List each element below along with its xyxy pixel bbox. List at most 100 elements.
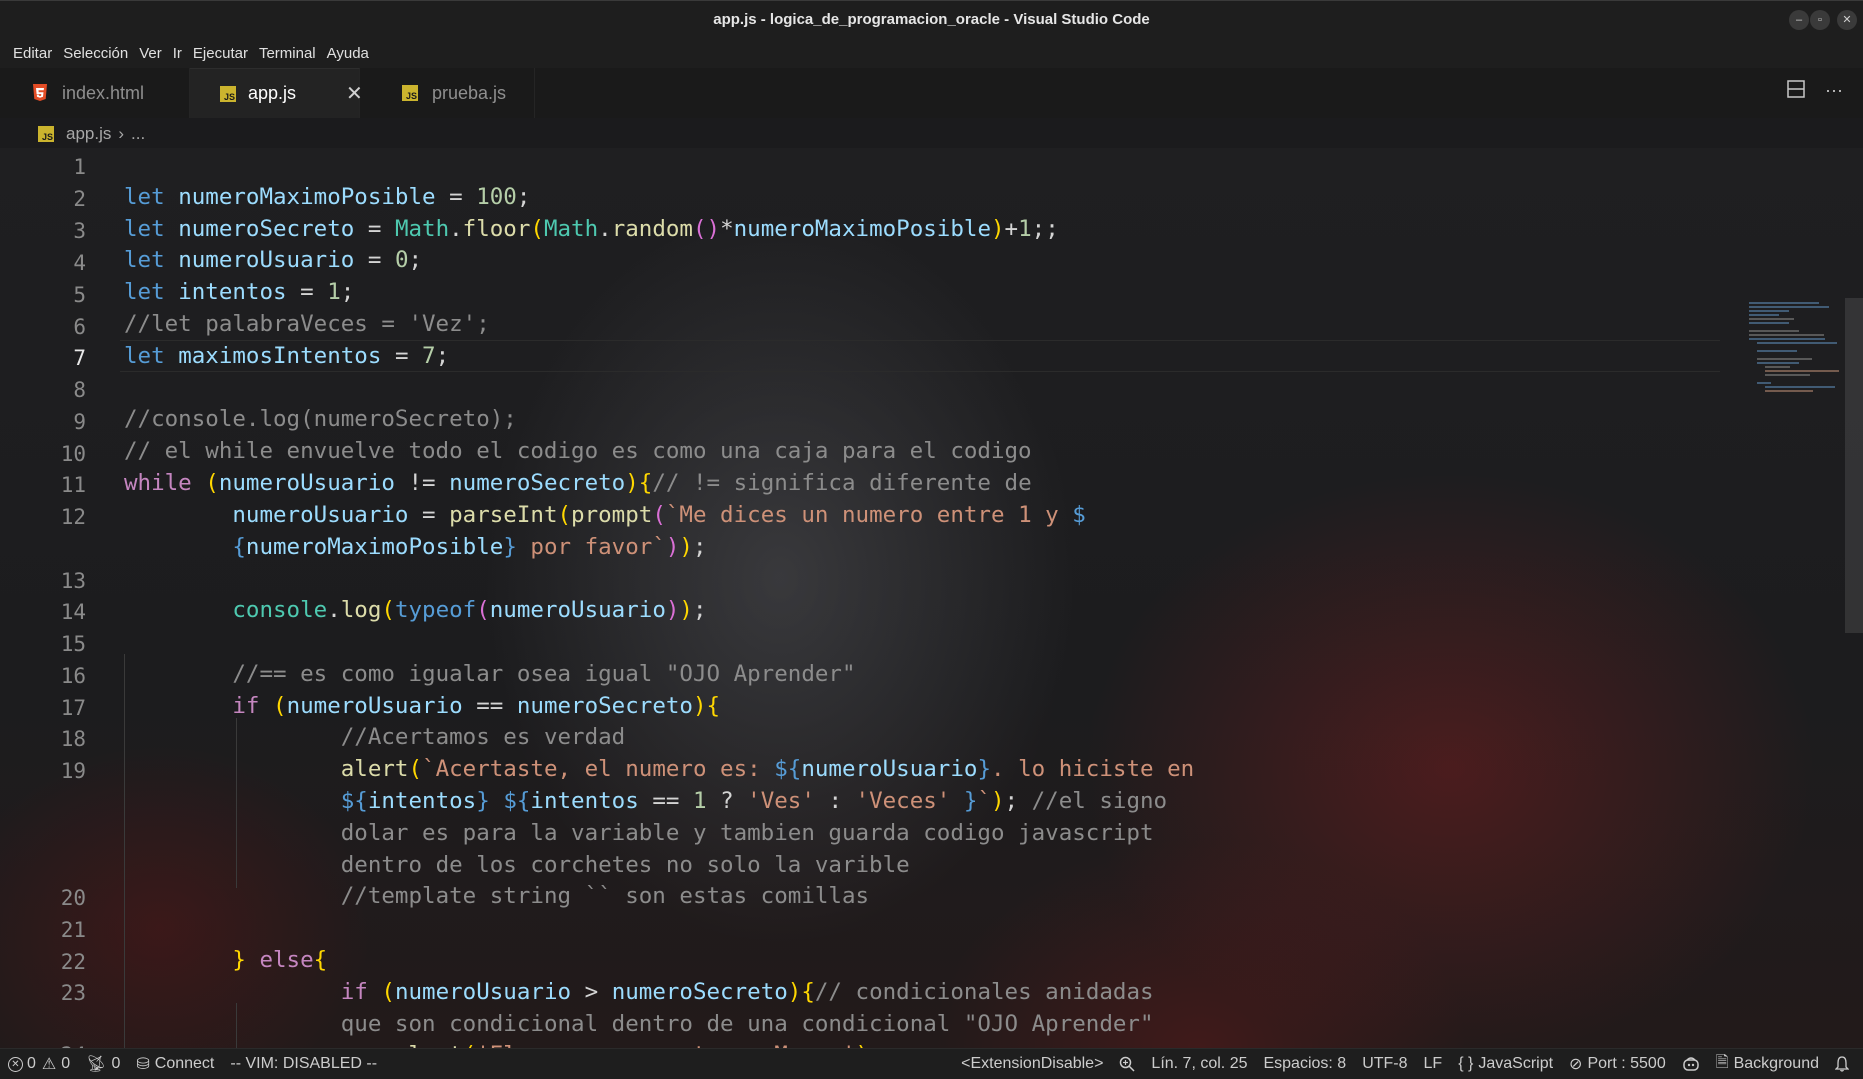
language-mode[interactable]: { } JavaScript [1458, 1055, 1553, 1073]
code-line[interactable]: let maximosIntentos = 7; [124, 340, 449, 372]
problems-indicator[interactable]: ✕ 0 ⚠ 0 [8, 1054, 70, 1074]
split-editor-icon[interactable] [1787, 80, 1805, 103]
menu-ir[interactable]: Ir [173, 45, 182, 62]
bell-icon[interactable] [1835, 1056, 1849, 1072]
code-line[interactable]: while (numeroUsuario != numeroSecreto){/… [124, 467, 1032, 499]
connect-item[interactable]: ⛁ Connect [136, 1054, 214, 1074]
code-line[interactable]: alert('El numero secreto es Menor'); [124, 1039, 883, 1048]
background-toggle[interactable]: 🗎 Background [1716, 1051, 1819, 1078]
menu-ejecutar[interactable]: Ejecutar [193, 45, 248, 62]
live-server-port[interactable]: ⊘ Port : 5500 [1569, 1054, 1666, 1074]
menu-ver[interactable]: Ver [139, 45, 162, 62]
more-actions-icon[interactable]: ··· [1825, 80, 1843, 103]
js-icon: JS [400, 83, 420, 103]
tab-label: app.js [248, 83, 297, 103]
code-line[interactable]: console.log(typeof(numeroUsuario)); [124, 594, 706, 626]
close-icon[interactable]: ✕ [1837, 10, 1857, 30]
copilot-icon[interactable] [1682, 1056, 1700, 1072]
breadcrumb-symbols[interactable]: ... [131, 124, 145, 144]
line-number: 2 [73, 187, 86, 211]
code-line[interactable]: alert(`Acertaste, el numero es: ${numero… [124, 753, 1208, 785]
code-line[interactable]: dolar es para la variable y tambien guar… [124, 817, 1167, 849]
tab-app-js[interactable]: JS app.js ✕ [190, 68, 363, 118]
editor-actions: ··· [1787, 80, 1843, 103]
line-number: 19 [60, 759, 86, 783]
line-number: 8 [73, 378, 86, 402]
braces-icon: { } [1458, 1055, 1474, 1072]
code-line[interactable]: numeroUsuario = parseInt(prompt(`Me dice… [124, 499, 1085, 531]
status-bar: ✕ 0 ⚠ 0 📡︎ 0 ⛁ Connect -- VIM: DISABLED … [0, 1048, 1863, 1079]
tab-label: prueba.js [432, 82, 507, 103]
line-number: 13 [60, 569, 86, 593]
code-line[interactable]: //Acertamos es verdad [124, 721, 625, 753]
vim-status[interactable]: -- VIM: DISABLED -- [230, 1055, 377, 1073]
code-line[interactable]: // el while envuelve todo el codigo es c… [124, 435, 1032, 467]
warning-icon: ⚠ [41, 1056, 57, 1073]
indentation[interactable]: Espacios: 8 [1263, 1055, 1346, 1073]
line-number: 18 [60, 727, 86, 751]
code-line[interactable]: {numeroMaximoPosible} por favor`)); [124, 531, 706, 563]
code-line[interactable]: //== es como igualar osea igual "OJO Apr… [124, 658, 855, 690]
line-number: 4 [73, 251, 86, 275]
code-line[interactable]: dentro de los corchetes no solo la varib… [124, 849, 910, 881]
line-number: 9 [73, 410, 86, 434]
line-number: 12 [60, 505, 86, 529]
code-line[interactable]: //let palabraVeces = 'Vez'; [124, 308, 490, 340]
restore-icon[interactable]: ▫ [1810, 10, 1830, 30]
end-of-line[interactable]: LF [1424, 1055, 1443, 1073]
extension-status[interactable]: <ExtensionDisable> [961, 1055, 1103, 1073]
code-line[interactable]: //console.log(numeroSecreto); [124, 403, 517, 435]
zoom-icon[interactable] [1119, 1056, 1135, 1072]
warning-count: 0 [61, 1055, 71, 1072]
vertical-scrollbar[interactable] [1845, 298, 1863, 633]
breadcrumb-file[interactable]: app.js [66, 124, 111, 144]
menu-bar: Editar Selección Ver Ir Ejecutar Termina… [0, 38, 1863, 68]
menu-ayuda[interactable]: Ayuda [327, 45, 369, 62]
tab-prueba-js[interactable]: JS prueba.js [360, 68, 535, 118]
line-number: 20 [60, 886, 86, 910]
cursor-position[interactable]: Lín. 7, col. 25 [1151, 1055, 1247, 1073]
line-number: 21 [60, 918, 86, 942]
code-line[interactable]: if (numeroUsuario > numeroSecreto){// co… [124, 976, 1167, 1008]
code-line[interactable]: let intentos = 1; [124, 276, 354, 308]
menu-seleccion[interactable]: Selección [63, 45, 128, 62]
code-editor[interactable]: 1 2 3 4 5 6 7 8 9 10 11 12 13 14 15 16 1… [0, 148, 1863, 1048]
code-line[interactable]: let numeroMaximoPosible = 100; [124, 181, 530, 213]
database-icon: ⛁ [136, 1056, 150, 1073]
encoding[interactable]: UTF-8 [1362, 1055, 1407, 1073]
error-icon: ✕ [8, 1056, 23, 1072]
ports-indicator[interactable]: 📡︎ 0 [86, 1054, 120, 1074]
html5-icon [30, 83, 50, 103]
status-right: <ExtensionDisable> Lín. 7, col. 25 Espac… [953, 1051, 1863, 1078]
connect-label: Connect [154, 1055, 215, 1072]
code-line[interactable]: let numeroSecreto = Math.floor(Math.rand… [124, 213, 1059, 245]
file-image-icon: 🗎 [1715, 1053, 1729, 1071]
menu-editar[interactable]: Editar [13, 45, 52, 62]
chevron-right-icon: › [118, 124, 125, 143]
tab-index-html[interactable]: index.html [0, 68, 190, 118]
line-number: 24 [26, 1039, 86, 1048]
language-label: JavaScript [1478, 1055, 1554, 1072]
editor-tabs: index.html JS app.js ✕ JS prueba.js [0, 68, 1863, 118]
code-line[interactable]: if (numeroUsuario == numeroSecreto){ [124, 690, 720, 722]
line-number: 17 [60, 696, 86, 720]
code-line[interactable]: ${intentos} ${intentos == 1 ? 'Ves' : 'V… [124, 785, 1181, 817]
minimap[interactable] [1749, 298, 1839, 398]
line-number: 23 [60, 981, 86, 1005]
line-number-current: 7 [73, 346, 86, 370]
no-entry-icon: ⊘ [1569, 1056, 1583, 1073]
line-number: 5 [73, 283, 86, 307]
code-line[interactable]: que son condicional dentro de una condic… [124, 1008, 1154, 1040]
code-line[interactable]: } else{ [124, 944, 327, 976]
error-count: 0 [27, 1055, 36, 1072]
line-number: 16 [60, 664, 86, 688]
minimize-icon[interactable]: – [1789, 10, 1809, 30]
code-line[interactable]: let numeroUsuario = 0; [124, 244, 422, 276]
line-number: 14 [60, 600, 86, 624]
line-number: 3 [73, 219, 86, 243]
code-line[interactable]: //template string `` son estas comillas [124, 880, 869, 912]
window-title: app.js - logica_de_programacion_oracle -… [713, 11, 1150, 28]
breadcrumb: JS app.js › ... [38, 122, 145, 146]
line-number: 6 [73, 315, 86, 339]
menu-terminal[interactable]: Terminal [259, 45, 316, 62]
